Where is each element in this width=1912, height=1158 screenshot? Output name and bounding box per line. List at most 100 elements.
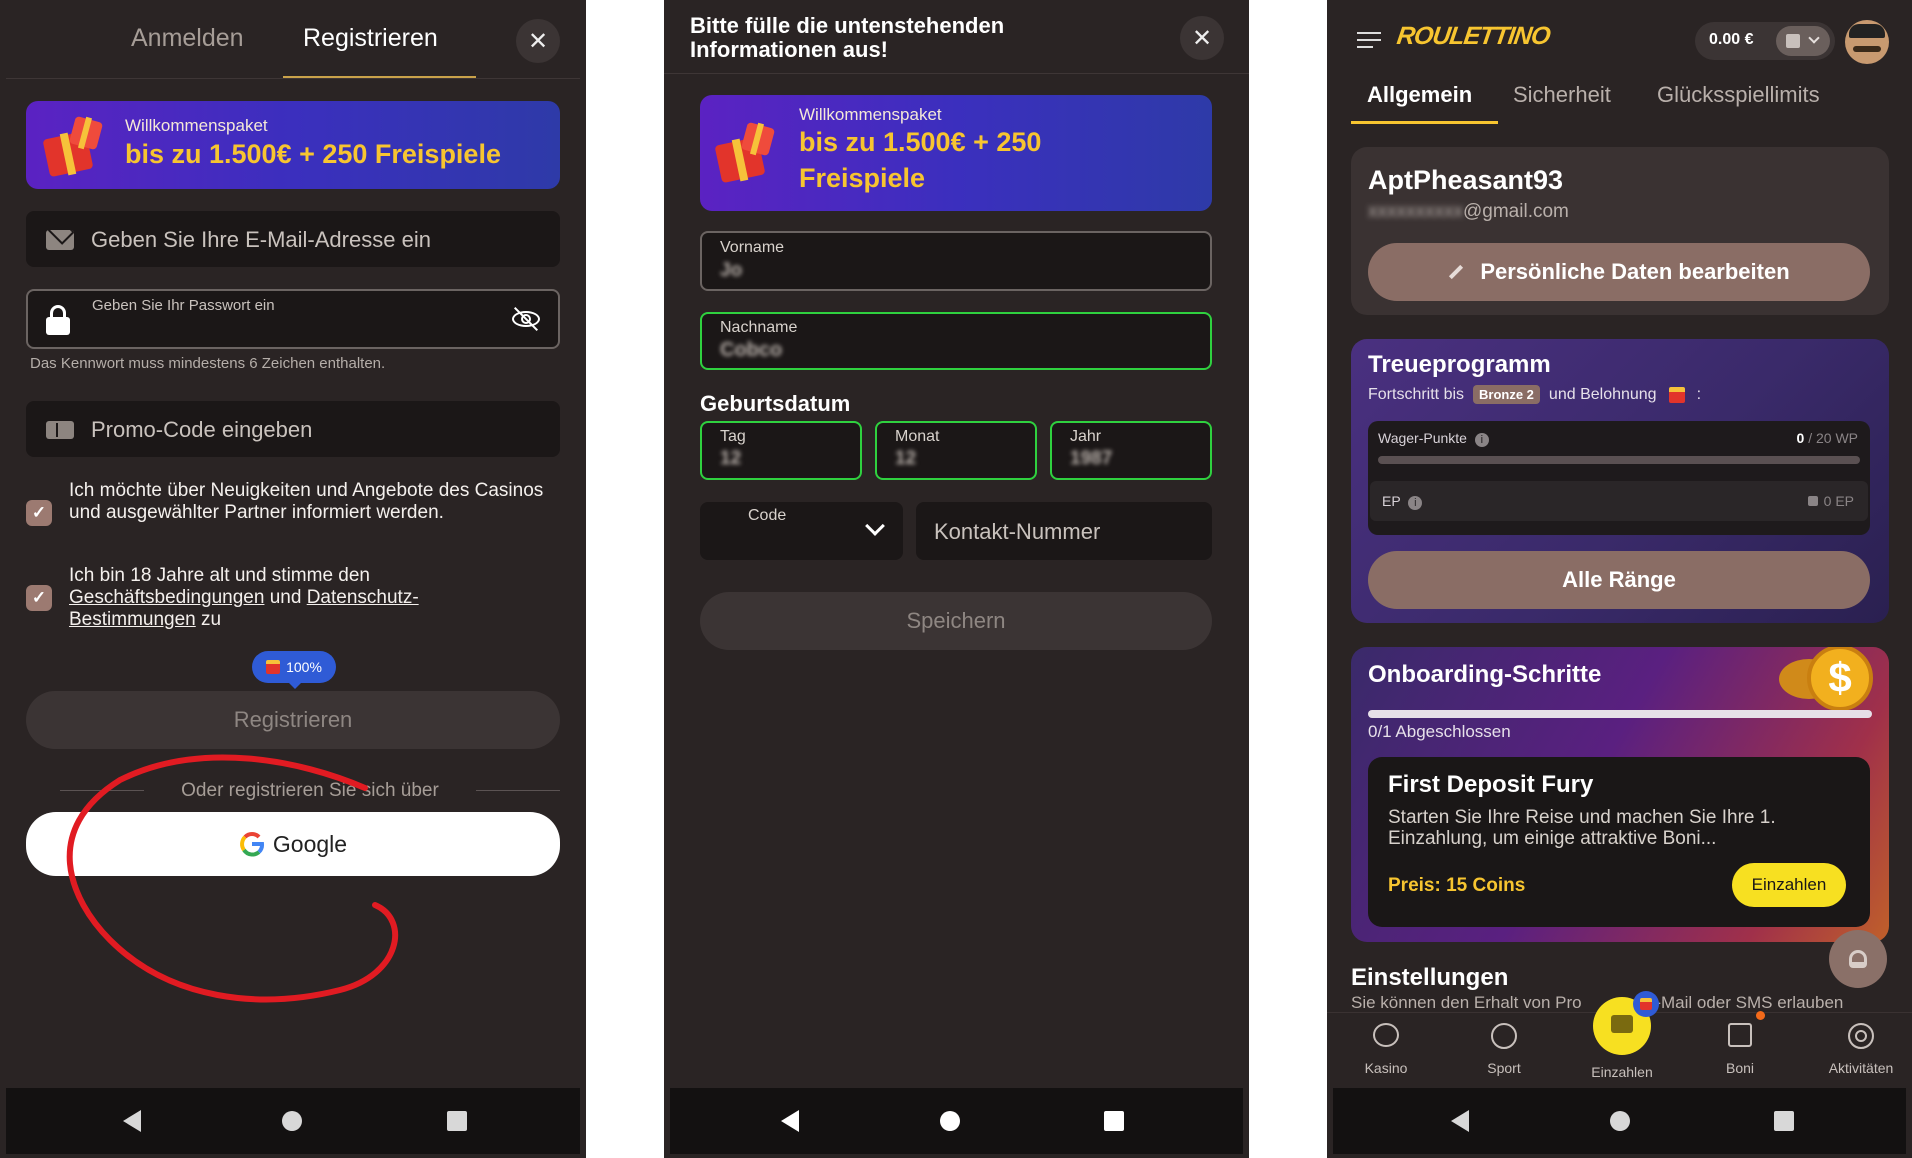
chevron-down-icon: [865, 516, 885, 536]
user-email: xxxxxxxxxx@gmail.com: [1368, 201, 1569, 222]
onboarding-status: 0/1 Abgeschlossen: [1368, 722, 1511, 741]
code-label: Code: [748, 507, 787, 524]
last-name-label: Nachname: [720, 319, 798, 336]
wager-label: Wager-Punkte i: [1378, 430, 1489, 447]
support-button[interactable]: [1829, 930, 1887, 988]
close-button[interactable]: ✕: [1180, 16, 1224, 60]
loyalty-card: Treueprogramm Fortschritt bis Bronze 2 u…: [1351, 339, 1889, 623]
task-title: First Deposit Fury: [1388, 771, 1594, 798]
task-description: Starten Sie Ihre Reise und machen Sie Ih…: [1388, 807, 1776, 849]
month-label: Monat: [895, 428, 940, 445]
menu-icon[interactable]: [1357, 32, 1381, 48]
wallet-icon: [1593, 991, 1659, 1055]
save-button[interactable]: Speichern: [700, 592, 1212, 650]
target-icon: [1848, 1023, 1874, 1049]
last-name-field[interactable]: Nachname Cobco: [700, 312, 1212, 370]
onboarding-progress-bar: [1368, 710, 1872, 718]
bottom-tab-bar: Kasino Sport Einzahlen Boni Aktivitäten: [1327, 991, 1912, 1088]
username: AptPheasant93: [1368, 165, 1564, 195]
promo-main-line2: Freispiele: [799, 163, 926, 193]
nav-item-aktivitaeten[interactable]: Aktivitäten: [1811, 1023, 1911, 1083]
rank-badge: Bronze 2: [1473, 385, 1540, 404]
form-header: Bitte fülle die untenstehenden Informati…: [690, 13, 1005, 62]
all-ranks-button[interactable]: Alle Ränge: [1368, 551, 1870, 609]
info-icon[interactable]: i: [1408, 496, 1423, 510]
account-panel: ROULETTINO 0.00 € Allgemein Sicherheit G…: [1327, 0, 1912, 1158]
pencil-icon: [1449, 264, 1464, 280]
phone-placeholder: Kontakt-Nummer: [934, 519, 1101, 544]
personal-info-panel: Bitte fülle die untenstehenden Informati…: [664, 0, 1249, 1158]
nav-item-einzahlen[interactable]: Einzahlen: [1577, 991, 1667, 1083]
gift-badge-icon: [1633, 991, 1659, 1017]
nav-recent-icon[interactable]: [1084, 1088, 1144, 1154]
nav-home-icon[interactable]: [262, 1088, 322, 1154]
day-value: 12: [720, 448, 742, 469]
nav-back-icon[interactable]: [102, 1088, 162, 1154]
promo-main-line1: bis zu 1.500€ + 250: [799, 127, 1042, 157]
nav-home-icon[interactable]: [920, 1088, 980, 1154]
avatar[interactable]: [1845, 20, 1889, 64]
tab-allgemein[interactable]: Allgemein: [1367, 82, 1472, 108]
ep-row: EP i 0 EP: [1370, 481, 1868, 521]
nav-recent-icon[interactable]: [1754, 1088, 1814, 1154]
settings-title: Einstellungen: [1351, 964, 1509, 991]
loyalty-title: Treueprogramm: [1368, 351, 1551, 378]
deposit-button[interactable]: Einzahlen: [1732, 863, 1846, 907]
gift-icon: [1786, 34, 1800, 48]
headset-icon: [1849, 950, 1867, 968]
day-label: Tag: [720, 428, 746, 445]
nav-back-icon[interactable]: [1430, 1088, 1490, 1154]
country-code-select[interactable]: Code: [700, 502, 903, 560]
android-nav-bar: [1333, 1088, 1906, 1154]
profile-card: AptPheasant93 xxxxxxxxxx@gmail.com Persö…: [1351, 147, 1889, 315]
last-name-value: Cobco: [720, 339, 783, 361]
year-field[interactable]: Jahr 1987: [1050, 421, 1212, 480]
tab-gluecksspiellimits[interactable]: Glücksspiellimits: [1657, 82, 1820, 108]
nav-recent-icon[interactable]: [427, 1088, 487, 1154]
nav-item-sport[interactable]: Sport: [1459, 1023, 1549, 1083]
notification-dot: [1756, 1011, 1765, 1020]
nav-back-icon[interactable]: [760, 1088, 820, 1154]
month-value: 12: [895, 448, 917, 469]
cherry-icon: [1373, 1023, 1399, 1047]
register-panel: Anmelden Registrieren ✕ Willkommenspaket…: [0, 0, 586, 1158]
ep-value: 0 EP: [1807, 493, 1854, 509]
loyalty-progress-text: Fortschritt bis Bronze 2 und Belohnung :: [1368, 385, 1702, 404]
red-scribble-annotation: [66, 754, 399, 1003]
chevron-down-icon: [1808, 32, 1820, 44]
first-name-label: Vorname: [720, 239, 785, 256]
birthdate-heading: Geburtsdatum: [700, 391, 851, 416]
reward-gift-icon: [1668, 386, 1685, 403]
android-nav-bar: [670, 1088, 1243, 1154]
soccer-ball-icon: [1491, 1023, 1517, 1049]
day-field[interactable]: Tag 12: [700, 421, 862, 480]
year-value: 1987: [1070, 448, 1113, 469]
onboarding-card: Onboarding-Schritte $ 0/1 Abgeschlossen …: [1351, 647, 1889, 942]
header-divider: [664, 73, 1249, 74]
balance-value: 0.00 €: [1709, 31, 1754, 48]
info-icon[interactable]: i: [1474, 433, 1489, 447]
android-nav-bar: [6, 1088, 580, 1154]
month-field[interactable]: Monat 12: [875, 421, 1037, 480]
active-tab-underline: [1351, 121, 1498, 124]
promo-title: Willkommenspaket: [799, 105, 942, 124]
first-name-field[interactable]: Vorname Jo: [700, 231, 1212, 291]
close-icon: ✕: [1191, 24, 1213, 52]
gift-dropdown[interactable]: [1776, 26, 1830, 56]
wager-value: 0 / 20 WP: [1796, 430, 1858, 446]
welcome-promo-banner[interactable]: Willkommenspaket bis zu 1.500€ + 250 Fre…: [700, 95, 1212, 211]
phone-field[interactable]: Kontakt-Nummer: [916, 502, 1212, 560]
first-name-value: Jo: [720, 260, 743, 281]
year-label: Jahr: [1070, 428, 1102, 445]
tab-sicherheit[interactable]: Sicherheit: [1513, 82, 1611, 108]
edit-personal-data-button[interactable]: Persönliche Daten bearbeiten: [1368, 243, 1870, 301]
gift-icon: [714, 119, 776, 184]
nav-home-icon[interactable]: [1590, 1088, 1650, 1154]
nav-item-kasino[interactable]: Kasino: [1341, 1023, 1431, 1083]
logo[interactable]: ROULETTINO: [1395, 22, 1551, 51]
balance-pill[interactable]: 0.00 €: [1695, 22, 1835, 60]
gift-icon: [1728, 1011, 1765, 1047]
ep-label: EP i: [1382, 493, 1423, 510]
nav-item-boni[interactable]: Boni: [1695, 1011, 1785, 1083]
task-card: First Deposit Fury Starten Sie Ihre Reis…: [1368, 757, 1870, 927]
